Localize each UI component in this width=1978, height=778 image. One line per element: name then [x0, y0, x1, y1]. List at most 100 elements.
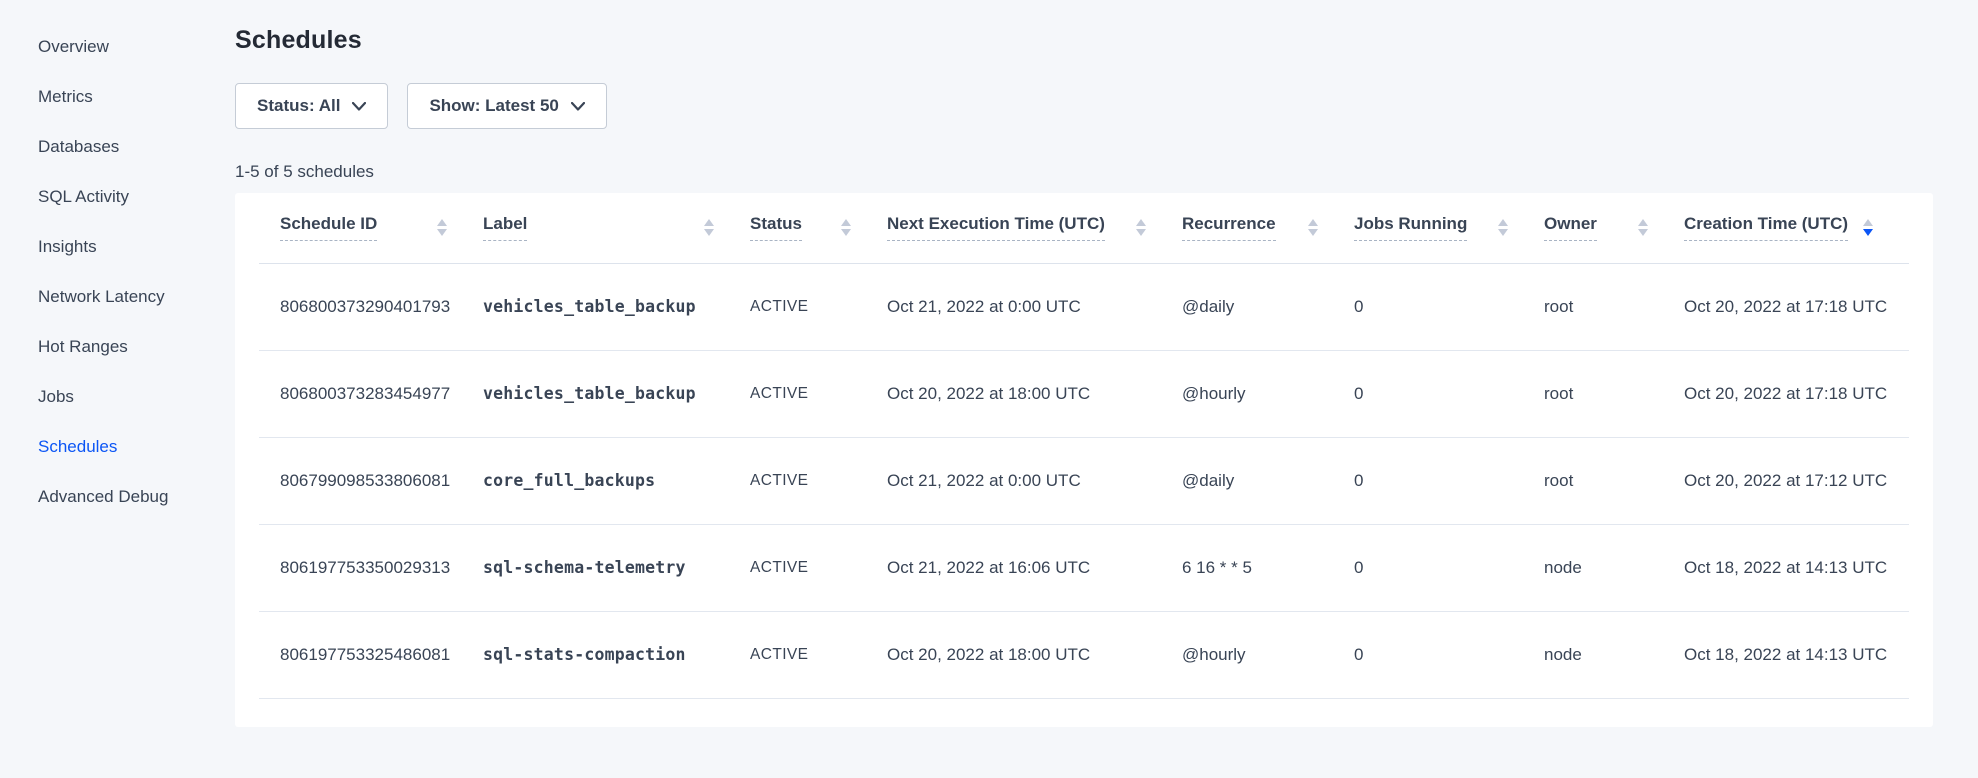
schedules-table: Schedule ID Label Status Next Execution Tim… [259, 193, 1909, 699]
cell-status: ACTIVE [750, 350, 887, 437]
sort-icon [437, 219, 447, 236]
sidebar-item-schedules[interactable]: Schedules [38, 422, 235, 472]
column-header-jobs-running[interactable]: Jobs Running [1354, 193, 1544, 263]
sidebar-item-advanced-debug[interactable]: Advanced Debug [38, 472, 235, 522]
sort-icon [1308, 219, 1318, 236]
cell-recurrence: @daily [1182, 263, 1354, 350]
column-header-status[interactable]: Status [750, 193, 887, 263]
cell-jobs-running: 0 [1354, 524, 1544, 611]
cell-owner: root [1544, 263, 1684, 350]
cell-label: vehicles_table_backup [483, 350, 750, 437]
sidebar-item-databases[interactable]: Databases [38, 122, 235, 172]
column-label: Label [483, 214, 527, 241]
cell-creation-time: Oct 18, 2022 at 14:13 UTC [1684, 524, 1909, 611]
cell-creation-time: Oct 18, 2022 at 14:13 UTC [1684, 611, 1909, 698]
cell-label: vehicles_table_backup [483, 263, 750, 350]
sidebar-item-overview[interactable]: Overview [38, 22, 235, 72]
sort-icon [1863, 219, 1873, 236]
table-row[interactable]: 806799098533806081core_full_backupsACTIV… [259, 437, 1909, 524]
column-label: Creation Time (UTC) [1684, 214, 1848, 241]
cell-next-execution: Oct 20, 2022 at 18:00 UTC [887, 350, 1182, 437]
column-header-owner[interactable]: Owner [1544, 193, 1684, 263]
cell-creation-time: Oct 20, 2022 at 17:18 UTC [1684, 263, 1909, 350]
cell-label: sql-schema-telemetry [483, 524, 750, 611]
column-header-inner: Owner [1544, 214, 1648, 241]
cell-id: 806800373290401793 [259, 263, 483, 350]
sidebar-item-network-latency[interactable]: Network Latency [38, 272, 235, 322]
column-header-creation-time-utc[interactable]: Creation Time (UTC) [1684, 193, 1909, 263]
column-header-inner: Creation Time (UTC) [1684, 214, 1873, 241]
sort-icon [1498, 219, 1508, 236]
cell-next-execution: Oct 20, 2022 at 18:00 UTC [887, 611, 1182, 698]
table-row[interactable]: 806197753325486081sql-stats-compactionAC… [259, 611, 1909, 698]
table-header-row: Schedule ID Label Status Next Execution Tim… [259, 193, 1909, 263]
cell-recurrence: 6 16 * * 5 [1182, 524, 1354, 611]
sidebar-item-insights[interactable]: Insights [38, 222, 235, 272]
column-header-recurrence[interactable]: Recurrence [1182, 193, 1354, 263]
cell-owner: node [1544, 611, 1684, 698]
column-header-inner: Schedule ID [280, 214, 447, 241]
sidebar-item-metrics[interactable]: Metrics [38, 72, 235, 122]
page-title: Schedules [235, 26, 1933, 55]
cell-jobs-running: 0 [1354, 263, 1544, 350]
column-header-inner: Next Execution Time (UTC) [887, 214, 1146, 241]
column-label: Schedule ID [280, 214, 377, 241]
column-header-inner: Status [750, 214, 851, 241]
column-header-inner: Jobs Running [1354, 214, 1508, 241]
sidebar-nav: OverviewMetricsDatabasesSQL ActivityInsi… [0, 0, 235, 778]
cell-id: 806800373283454977 [259, 350, 483, 437]
cell-status: ACTIVE [750, 524, 887, 611]
column-header-schedule-id[interactable]: Schedule ID [259, 193, 483, 263]
cell-recurrence: @daily [1182, 437, 1354, 524]
sidebar-item-hot-ranges[interactable]: Hot Ranges [38, 322, 235, 372]
column-header-inner: Label [483, 214, 714, 241]
cell-creation-time: Oct 20, 2022 at 17:12 UTC [1684, 437, 1909, 524]
cell-status: ACTIVE [750, 611, 887, 698]
show-filter-dropdown[interactable]: Show: Latest 50 [407, 83, 606, 129]
results-count: 1-5 of 5 schedules [235, 162, 1933, 182]
status-filter-dropdown[interactable]: Status: All [235, 83, 388, 129]
chevron-down-icon [352, 102, 366, 111]
cell-label: core_full_backups [483, 437, 750, 524]
sidebar-item-jobs[interactable]: Jobs [38, 372, 235, 422]
cell-owner: root [1544, 437, 1684, 524]
cell-jobs-running: 0 [1354, 611, 1544, 698]
sort-icon [1136, 219, 1146, 236]
cell-status: ACTIVE [750, 263, 887, 350]
cell-id: 806799098533806081 [259, 437, 483, 524]
cell-next-execution: Oct 21, 2022 at 16:06 UTC [887, 524, 1182, 611]
status-filter-label: Status: All [257, 96, 340, 116]
column-header-label[interactable]: Label [483, 193, 750, 263]
cell-id: 806197753350029313 [259, 524, 483, 611]
cell-recurrence: @hourly [1182, 611, 1354, 698]
cell-recurrence: @hourly [1182, 350, 1354, 437]
cell-next-execution: Oct 21, 2022 at 0:00 UTC [887, 437, 1182, 524]
column-label: Jobs Running [1354, 214, 1467, 241]
table-row[interactable]: 806800373290401793vehicles_table_backupA… [259, 263, 1909, 350]
cell-next-execution: Oct 21, 2022 at 0:00 UTC [887, 263, 1182, 350]
cell-creation-time: Oct 20, 2022 at 17:18 UTC [1684, 350, 1909, 437]
show-filter-label: Show: Latest 50 [429, 96, 558, 116]
table-body: 806800373290401793vehicles_table_backupA… [259, 263, 1909, 698]
schedules-table-card: Schedule ID Label Status Next Execution Tim… [235, 193, 1933, 727]
cell-owner: root [1544, 350, 1684, 437]
table-row[interactable]: 806800373283454977vehicles_table_backupA… [259, 350, 1909, 437]
cell-id: 806197753325486081 [259, 611, 483, 698]
cell-label: sql-stats-compaction [483, 611, 750, 698]
main-content: Schedules Status: All Show: Latest 50 1-… [235, 0, 1933, 778]
chevron-down-icon [571, 102, 585, 111]
column-header-next-execution-time-utc[interactable]: Next Execution Time (UTC) [887, 193, 1182, 263]
cell-jobs-running: 0 [1354, 437, 1544, 524]
column-label: Owner [1544, 214, 1597, 241]
cell-owner: node [1544, 524, 1684, 611]
column-label: Status [750, 214, 802, 241]
column-header-inner: Recurrence [1182, 214, 1318, 241]
sidebar-item-sql-activity[interactable]: SQL Activity [38, 172, 235, 222]
filter-bar: Status: All Show: Latest 50 [235, 83, 1933, 129]
table-row[interactable]: 806197753350029313sql-schema-telemetryAC… [259, 524, 1909, 611]
table-header: Schedule ID Label Status Next Execution Tim… [259, 193, 1909, 263]
sort-icon [704, 219, 714, 236]
sort-icon [841, 219, 851, 236]
sort-icon [1638, 219, 1648, 236]
column-label: Recurrence [1182, 214, 1276, 241]
